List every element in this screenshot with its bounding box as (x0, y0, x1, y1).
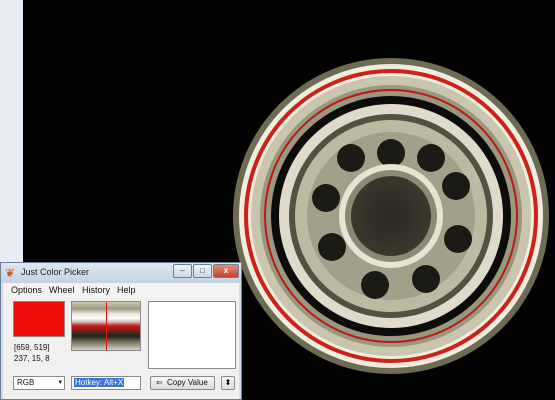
window-controls: – □ x (172, 264, 239, 278)
hotkey-value: Hotkey: Alt+X (74, 378, 125, 387)
hotkey-input[interactable]: Hotkey: Alt+X (71, 376, 141, 390)
menu-wheel[interactable]: Wheel (49, 285, 75, 295)
zoom-crosshair (106, 302, 107, 350)
color-picker-window[interactable]: ❦ Just Color Picker – □ x Options Wheel … (0, 262, 242, 400)
menu-bar: Options Wheel History Help (3, 283, 239, 297)
menu-options[interactable]: Options (11, 285, 42, 295)
window-title: Just Color Picker (21, 267, 90, 277)
menu-help[interactable]: Help (117, 285, 136, 295)
format-selected: RGB (17, 378, 35, 387)
copy-value-button[interactable]: ⇐ Copy Value (150, 376, 215, 390)
title-bar[interactable]: ❦ Just Color Picker – □ x (1, 263, 241, 283)
format-select[interactable]: RGB ▾ (13, 376, 65, 390)
chevron-down-icon: ▾ (58, 379, 62, 386)
copy-arrow-icon: ⇐ (156, 378, 163, 387)
color-swatch (13, 301, 65, 337)
close-button[interactable]: x (213, 264, 239, 278)
color-picker-app-icon: ❦ (5, 266, 16, 280)
minimize-button[interactable]: – (173, 264, 192, 278)
menu-history[interactable]: History (82, 285, 110, 295)
oil-filter-image (233, 58, 549, 374)
picker-body: Options Wheel History Help [659, 519] 23… (3, 283, 239, 399)
maximize-button[interactable]: □ (193, 264, 212, 278)
up-down-button[interactable]: ⬍ (221, 376, 235, 390)
color-preview-panel (148, 301, 236, 369)
cursor-coordinates: [659, 519] (14, 343, 50, 352)
hub-center (351, 176, 431, 256)
copy-value-label: Copy Value (167, 378, 208, 387)
zoom-magnifier (71, 301, 141, 351)
color-values: 237, 15, 8 (14, 354, 50, 363)
up-down-icon: ⬍ (224, 378, 232, 387)
